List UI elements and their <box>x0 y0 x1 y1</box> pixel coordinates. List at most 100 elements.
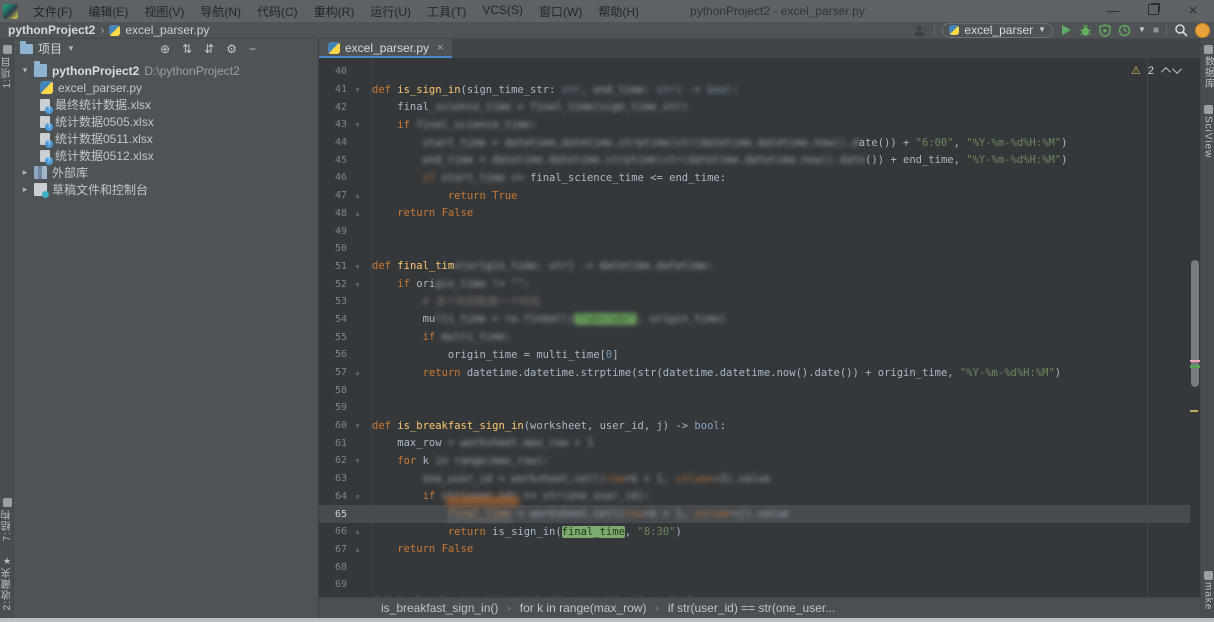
code-line[interactable]: 54 multi_time = re.findall("\d+:\d+", or… <box>319 311 1190 329</box>
line-number[interactable]: 66 <box>319 526 347 537</box>
fold-marker-icon[interactable]: ▿ <box>347 85 368 94</box>
line-number[interactable]: 64 <box>319 491 347 502</box>
run-button[interactable] <box>1060 24 1072 36</box>
menu-item[interactable]: 视图(V) <box>137 1 191 22</box>
minimize-button[interactable]: — <box>1106 0 1120 22</box>
line-number[interactable]: 48 <box>319 208 347 219</box>
line-number[interactable]: 52 <box>319 279 347 290</box>
error-stripe-mark[interactable] <box>1190 410 1198 412</box>
notification-badge-icon[interactable] <box>1195 23 1210 38</box>
line-number[interactable]: 65 <box>319 509 347 520</box>
tree-row-file[interactable]: 最终统计数据.xlsx <box>14 96 318 113</box>
collapse-caret-icon[interactable]: ▾ <box>20 65 30 76</box>
line-number[interactable]: 59 <box>319 402 347 413</box>
code-line[interactable]: 44 start_time = datetime.datetime.strpti… <box>319 134 1190 152</box>
run-with-coverage-button[interactable] <box>1099 24 1111 37</box>
line-number[interactable]: 42 <box>319 102 347 113</box>
run-configuration-select[interactable]: excel_parser ▼ <box>942 23 1053 38</box>
menu-item[interactable]: 导航(N) <box>193 1 248 22</box>
line-number[interactable]: 50 <box>319 243 347 254</box>
fold-marker-icon[interactable]: ▵ <box>347 191 368 200</box>
line-number[interactable]: 57 <box>319 367 347 378</box>
code-line[interactable]: 45 end_time = datetime.datetime.strptime… <box>319 151 1190 169</box>
line-number[interactable]: 54 <box>319 314 347 325</box>
nav-breadcrumb-file[interactable]: excel_parser.py <box>125 23 209 37</box>
tree-row-group[interactable]: ▸草稿文件和控制台 <box>14 181 318 198</box>
code-line[interactable]: 41▿def is_sign_in(sign_time_str: str, en… <box>319 81 1190 99</box>
fold-marker-icon[interactable]: ▿ <box>347 280 368 289</box>
line-number[interactable]: 53 <box>319 296 347 307</box>
line-number[interactable]: 68 <box>319 562 347 573</box>
code-line[interactable]: 67▵ return False <box>319 541 1190 559</box>
code-line[interactable]: 58 <box>319 381 1190 399</box>
code-line[interactable]: 46 if start_time <= final_science_time <… <box>319 169 1190 187</box>
inspections-widget[interactable]: ⚠ 2 <box>1131 64 1182 77</box>
fold-marker-icon[interactable]: ▿ <box>347 421 368 430</box>
run-options-chevron-icon[interactable]: ▼ <box>1138 26 1146 34</box>
hide-panel-icon[interactable]: − <box>249 42 256 56</box>
code-line[interactable]: 47▵ return True <box>319 187 1190 205</box>
code-line[interactable]: 42 final_science_time = final_time(sign_… <box>319 98 1190 116</box>
tool-window-button[interactable]: 数据库 <box>1201 43 1214 89</box>
expand-all-icon[interactable]: ⇅ <box>182 42 192 56</box>
fold-marker-icon[interactable]: ▿ <box>347 262 368 271</box>
user-icon[interactable] <box>913 24 927 37</box>
menu-item[interactable]: 工具(T) <box>420 1 473 22</box>
code-line[interactable]: 43▿ if final_science_time: <box>319 116 1190 134</box>
locate-file-icon[interactable]: ⊕ <box>160 42 170 56</box>
code-line[interactable]: 51▿def final_time(origin_time: str) -> d… <box>319 258 1190 276</box>
code-line[interactable]: 57▵ return datetime.datetime.strptime(st… <box>319 364 1190 382</box>
code-line[interactable]: 68 <box>319 558 1190 576</box>
project-panel-title[interactable]: 项目 <box>38 40 62 57</box>
line-number[interactable]: 67 <box>319 544 347 555</box>
code-editor[interactable]: 40 41▿def is_sign_in(sign_time_str: str, … <box>319 58 1200 597</box>
fold-marker-icon[interactable]: ▵ <box>347 368 368 377</box>
profiler-button[interactable] <box>1118 24 1131 37</box>
line-number[interactable]: 49 <box>319 226 347 237</box>
code-line[interactable]: 63 one_user_id = worksheet.cell(row=k + … <box>319 470 1190 488</box>
menu-item[interactable]: VCS(S) <box>475 1 530 22</box>
code-line[interactable]: 69 <box>319 576 1190 594</box>
tab-excel-parser[interactable]: excel_parser.py × <box>319 39 452 58</box>
menu-item[interactable]: 窗口(W) <box>532 1 589 22</box>
settings-gear-icon[interactable]: ⚙ <box>226 42 237 56</box>
code-line[interactable]: 40 <box>319 63 1190 81</box>
line-number[interactable]: 51 <box>319 261 347 272</box>
line-number[interactable]: 44 <box>319 137 347 148</box>
line-number[interactable]: 69 <box>319 579 347 590</box>
stop-button[interactable]: ■ <box>1153 25 1159 36</box>
line-number[interactable]: 56 <box>319 349 347 360</box>
close-button[interactable]: × <box>1186 0 1200 22</box>
nav-breadcrumb-project[interactable]: pythonProject2 <box>8 23 95 37</box>
error-stripe-mark[interactable] <box>1190 365 1200 368</box>
code-line[interactable]: 53 # 多个时间取第一个时间 <box>319 293 1190 311</box>
line-number[interactable]: 47 <box>319 190 347 201</box>
line-number[interactable]: 43 <box>319 119 347 130</box>
code-line[interactable]: 61 max_row = worksheet.max_row + 1 <box>319 434 1190 452</box>
maximize-button[interactable] <box>1148 4 1159 15</box>
fold-marker-icon[interactable]: ▵ <box>347 209 368 218</box>
tool-window-button[interactable]: ★2:收藏夹 <box>0 556 15 610</box>
line-number[interactable]: 62 <box>319 455 347 466</box>
tree-row-group[interactable]: ▸外部库 <box>14 164 318 181</box>
fold-marker-icon[interactable]: ▿ <box>347 456 368 465</box>
code-line[interactable]: 50 <box>319 240 1190 258</box>
line-number[interactable]: 60 <box>319 420 347 431</box>
code-line[interactable]: 56 origin_time = multi_time[0] <box>319 346 1190 364</box>
line-number[interactable]: 41 <box>319 84 347 95</box>
tree-row-file[interactable]: 统计数据0512.xlsx <box>14 147 318 164</box>
line-number[interactable]: 40 <box>319 66 347 77</box>
error-stripe-mark[interactable] <box>1190 360 1200 362</box>
tool-window-button[interactable]: 1:项目 <box>0 43 15 88</box>
code-line[interactable]: 59 <box>319 399 1190 417</box>
line-number[interactable]: 55 <box>319 332 347 343</box>
tool-window-button[interactable]: SciView <box>1203 103 1214 158</box>
fold-marker-icon[interactable]: ▵ <box>347 545 368 554</box>
code-line[interactable]: 52▿ if origin_time != "": <box>319 275 1190 293</box>
fold-marker-icon[interactable]: ▿ <box>347 120 368 129</box>
code-line[interactable]: 55 if multi_time: <box>319 328 1190 346</box>
line-number[interactable]: 58 <box>319 385 347 396</box>
collapse-all-icon[interactable]: ⇵ <box>204 42 214 56</box>
debug-button[interactable] <box>1079 24 1092 37</box>
line-number[interactable]: 61 <box>319 438 347 449</box>
